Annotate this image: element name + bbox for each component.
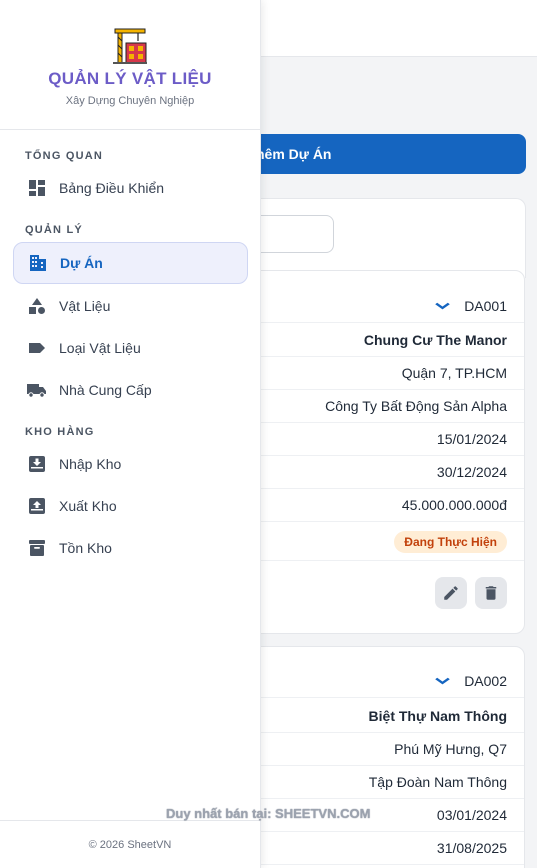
sidebar-item-stock-out[interactable]: Xuất Kho — [13, 485, 248, 527]
project-end-date: 30/12/2024 — [241, 456, 524, 489]
edit-button[interactable] — [435, 577, 467, 609]
project-actions — [241, 573, 524, 613]
sidebar-item-projects[interactable]: Dự Án — [13, 242, 248, 284]
building-icon — [28, 253, 48, 273]
chevron-down-icon[interactable] — [435, 299, 450, 313]
project-investor: Tập Đoàn Nam Thông — [241, 766, 524, 799]
section-warehouse: KHO HÀNG — [25, 426, 95, 438]
project-code-row[interactable]: DA002 — [241, 665, 524, 698]
sidebar-item-label: Nhà Cung Cấp — [59, 382, 152, 398]
section-overview: TỔNG QUAN — [25, 150, 104, 162]
brand-header: QUẢN LÝ VẬT LIỆU Xây Dựng Chuyên Nghiệp — [0, 0, 260, 130]
project-end-date: 31/08/2025 — [241, 832, 524, 865]
project-code: DA002 — [464, 673, 507, 689]
trash-icon — [485, 586, 497, 600]
sidebar-item-materials[interactable]: Vật Liệu — [13, 285, 248, 327]
sidebar-item-label: Vật Liệu — [59, 298, 111, 314]
section-management: QUẢN LÝ — [25, 224, 83, 236]
project-card: DA001 Chung Cư The Manor Quận 7, TP.HCM … — [240, 270, 525, 634]
watermark: Duy nhất bán tại: SHEETVN.COM — [166, 806, 371, 821]
sidebar: QUẢN LÝ VẬT LIỆU Xây Dựng Chuyên Nghiệp … — [0, 0, 261, 868]
project-code-row[interactable]: DA001 — [241, 290, 524, 323]
project-code: DA001 — [464, 298, 507, 314]
project-location: Phú Mỹ Hưng, Q7 — [241, 733, 524, 766]
pencil-icon — [444, 586, 458, 600]
sidebar-item-material-types[interactable]: Loại Vật Liệu — [13, 327, 248, 369]
project-name: Chung Cư The Manor — [241, 324, 524, 357]
delete-button[interactable] — [475, 577, 507, 609]
sidebar-item-label: Tồn Kho — [59, 540, 112, 556]
label-icon — [27, 338, 47, 358]
project-location: Quận 7, TP.HCM — [241, 357, 524, 390]
sidebar-item-label: Dự Án — [60, 255, 103, 271]
sidebar-item-label: Nhập Kho — [59, 456, 122, 472]
project-status-row: Đang Thực Hiện — [241, 523, 524, 561]
dashboard-icon — [27, 178, 47, 198]
shapes-icon — [27, 296, 47, 316]
inbox-in-icon — [27, 454, 47, 474]
sidebar-item-label: Xuất Kho — [59, 498, 117, 514]
project-card: DA002 Biệt Thự Nam Thông Phú Mỹ Hưng, Q7… — [240, 646, 525, 868]
sidebar-item-suppliers[interactable]: Nhà Cung Cấp — [13, 369, 248, 411]
project-budget: 45.000.000.000đ — [241, 489, 524, 522]
project-start-date: 15/01/2024 — [241, 423, 524, 456]
status-badge: Đang Thực Hiện — [394, 530, 507, 553]
sidebar-footer: © 2026 SheetVN — [0, 820, 260, 868]
sidebar-item-dashboard[interactable]: Bảng Điều Khiển — [13, 167, 248, 209]
app-subtitle: Xây Dựng Chuyên Nghiệp — [65, 95, 195, 107]
sidebar-item-inventory[interactable]: Tồn Kho — [13, 527, 248, 569]
project-investor: Công Ty Bất Động Sản Alpha — [241, 390, 524, 423]
truck-icon — [27, 380, 47, 400]
sidebar-item-stock-in[interactable]: Nhập Kho — [13, 443, 248, 485]
chevron-down-icon[interactable] — [435, 674, 450, 688]
crane-logo-icon — [113, 28, 147, 64]
sidebar-item-label: Bảng Điều Khiển — [59, 180, 165, 196]
app-title: QUẢN LÝ VẬT LIỆU — [48, 69, 212, 88]
archive-icon — [27, 538, 47, 558]
inbox-out-icon — [27, 496, 47, 516]
sidebar-item-label: Loại Vật Liệu — [59, 340, 141, 356]
add-project-button[interactable]: hêm Dự Án — [240, 134, 526, 174]
project-name: Biệt Thự Nam Thông — [241, 700, 524, 733]
